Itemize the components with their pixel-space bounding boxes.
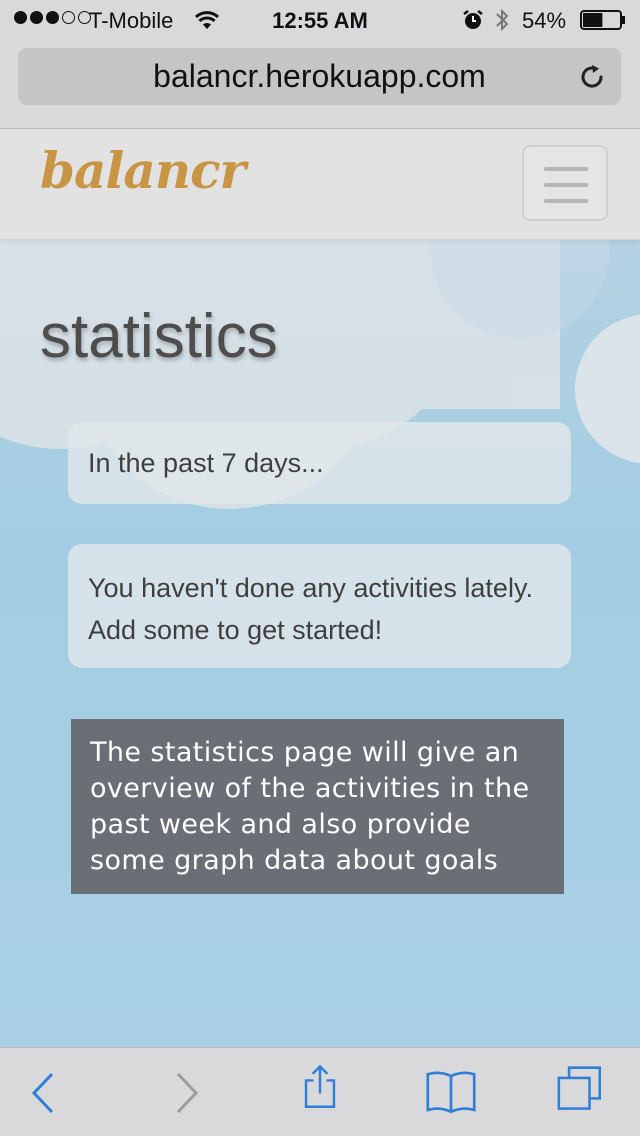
page-title: statistics bbox=[40, 302, 278, 371]
menu-toggle-button[interactable] bbox=[522, 145, 608, 221]
annotation-text: The statistics page will give an overvie… bbox=[90, 737, 530, 876]
back-icon[interactable] bbox=[22, 1070, 72, 1116]
forward-icon[interactable] bbox=[162, 1070, 212, 1116]
summary-card: In the past 7 days... bbox=[68, 422, 571, 504]
summary-text: In the past 7 days... bbox=[88, 448, 324, 478]
tabs-icon[interactable] bbox=[556, 1066, 606, 1112]
browser-address-area: balancr.herokuapp.com bbox=[0, 40, 640, 129]
annotation-note: The statistics page will give an overvie… bbox=[71, 719, 564, 894]
hamburger-icon bbox=[544, 183, 588, 187]
hamburger-icon bbox=[544, 199, 588, 203]
empty-state-message: You haven't done any activities lately. … bbox=[88, 573, 533, 645]
battery-icon bbox=[580, 10, 625, 30]
browser-toolbar bbox=[0, 1047, 640, 1136]
bluetooth-icon bbox=[496, 8, 509, 32]
address-bar[interactable]: balancr.herokuapp.com bbox=[18, 48, 621, 105]
brand-logo[interactable]: balancr bbox=[40, 141, 246, 200]
url-text[interactable]: balancr.herokuapp.com bbox=[18, 58, 621, 95]
bookmarks-icon[interactable] bbox=[426, 1070, 476, 1116]
share-icon[interactable] bbox=[295, 1064, 345, 1110]
hamburger-icon bbox=[544, 167, 588, 171]
alarm-icon bbox=[463, 10, 483, 29]
empty-state-card: You haven't done any activities lately. … bbox=[68, 544, 571, 668]
web-page: balancr statistics In the past 7 days...… bbox=[0, 129, 640, 1047]
battery-percent: 54% bbox=[522, 8, 567, 33]
site-navbar: balancr bbox=[0, 129, 640, 240]
status-bar: T-Mobile 12:55 AM 54% bbox=[0, 0, 640, 40]
reload-icon[interactable] bbox=[577, 62, 607, 92]
